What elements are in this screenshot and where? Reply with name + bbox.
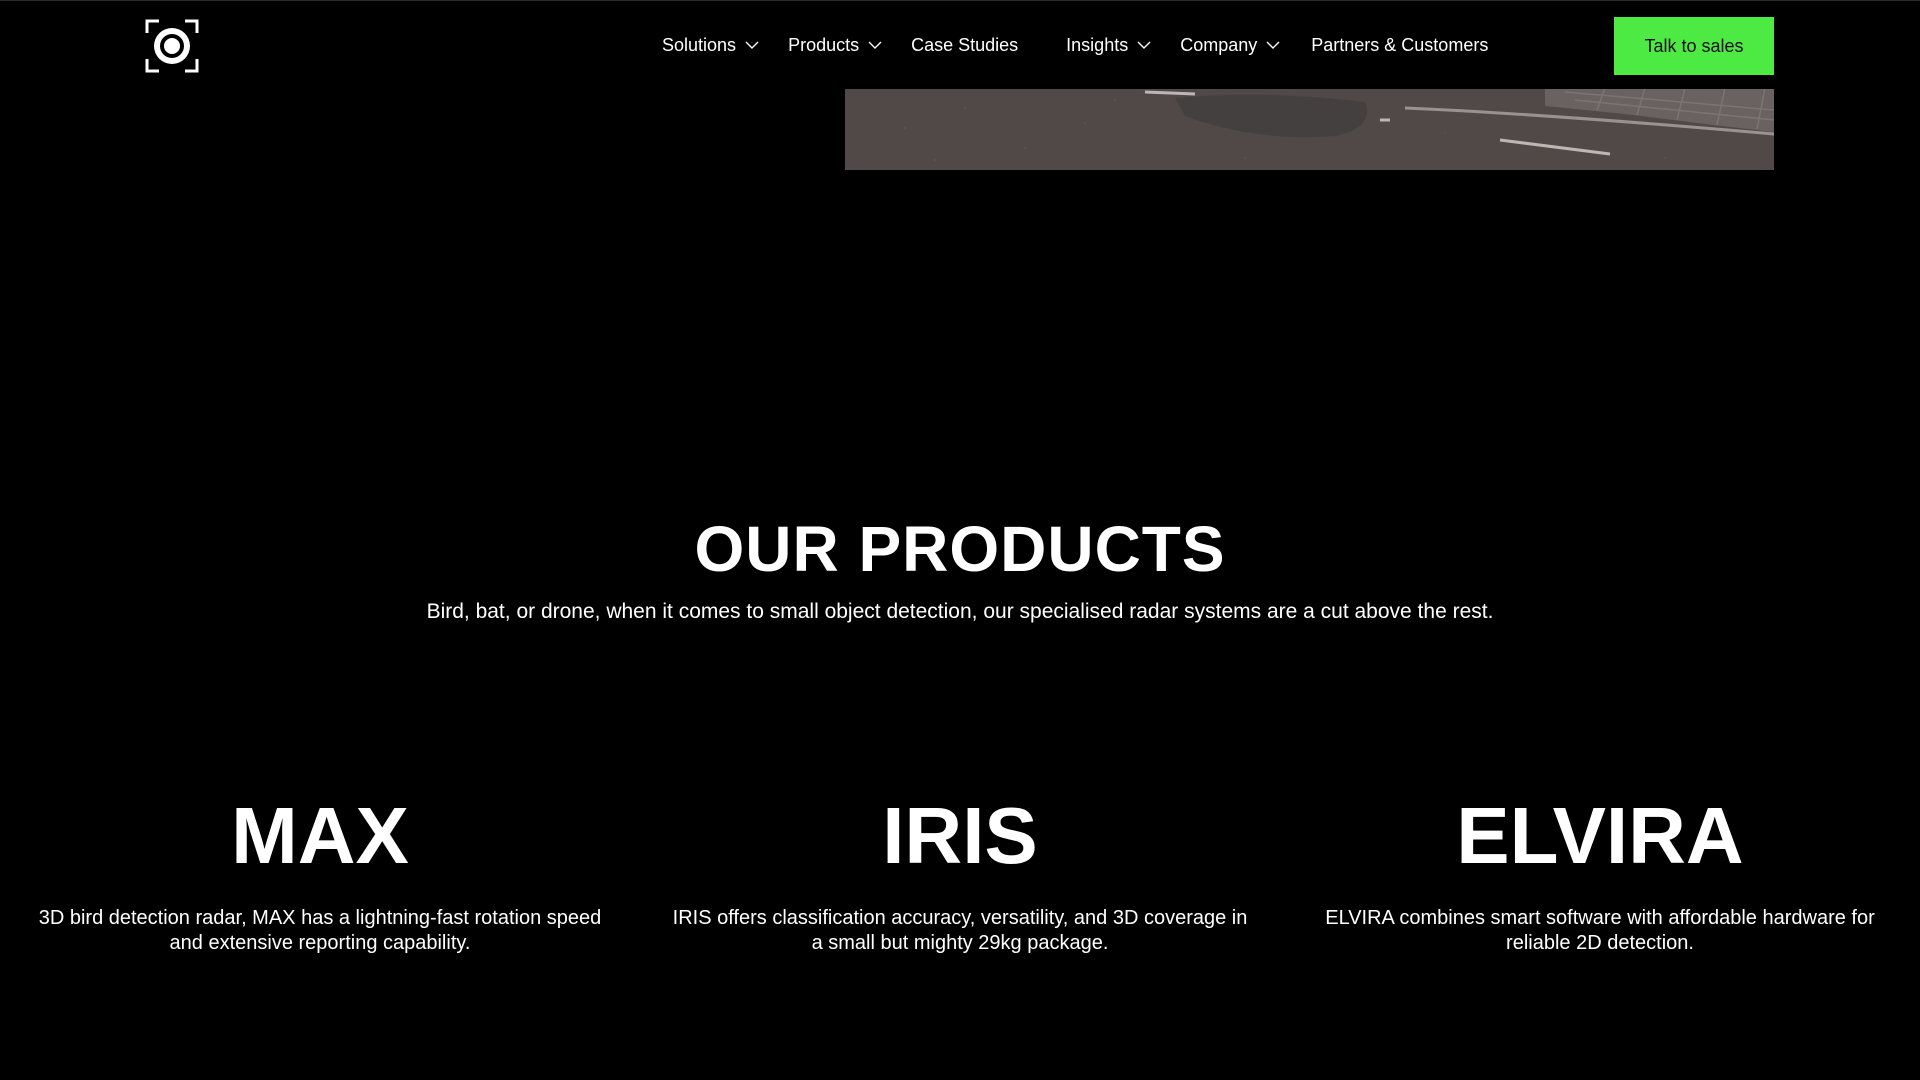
nav-case-studies-label: Case Studies [911, 34, 1019, 55]
product-name[interactable]: ELVIRA [1300, 796, 1900, 876]
page: Solutions Products Case Studies Insights… [0, 0, 1920, 1080]
chevron-down-icon [868, 41, 882, 49]
nav-insights[interactable]: Insights [1066, 35, 1152, 56]
nav-solutions-label: Solutions [662, 34, 737, 55]
chevron-down-icon [1137, 41, 1151, 49]
site-header: Solutions Products Case Studies Insights… [0, 0, 1920, 89]
main-nav: Solutions Products Case Studies Insights… [650, 1, 1488, 89]
nav-products[interactable]: Products [788, 35, 883, 56]
nav-partners-label: Partners & Customers [1311, 34, 1489, 55]
product-name[interactable]: IRIS [660, 796, 1260, 876]
nav-partners-customers[interactable]: Partners & Customers [1311, 35, 1488, 56]
section-title: OUR PRODUCTS [694, 513, 1226, 585]
nav-products-label: Products [788, 34, 860, 55]
nav-company[interactable]: Company [1180, 35, 1281, 56]
chevron-down-icon [745, 41, 759, 49]
talk-to-sales-button[interactable]: Talk to sales [1614, 17, 1774, 75]
product-description: ELVIRA combines smart software with affo… [1325, 907, 1875, 954]
nav-case-studies[interactable]: Case Studies [911, 35, 1018, 56]
product-card-iris[interactable]: IRIS IRIS offers classification accuracy… [660, 796, 1260, 956]
product-name[interactable]: MAX [20, 796, 620, 876]
section-subtitle: Bird, bat, or drone, when it comes to sm… [426, 600, 1494, 623]
hero-road-image [845, 88, 1774, 170]
product-description: 3D bird detection radar, MAX has a light… [38, 907, 602, 954]
nav-insights-label: Insights [1066, 34, 1129, 55]
chevron-down-icon [1266, 41, 1280, 49]
logo-camera-target-icon[interactable] [145, 19, 199, 73]
product-card-elvira[interactable]: ELVIRA ELVIRA combines smart software wi… [1300, 796, 1900, 956]
product-description: IRIS offers classification accuracy, ver… [672, 907, 1248, 954]
nav-company-label: Company [1180, 34, 1258, 55]
product-card-max[interactable]: MAX 3D bird detection radar, MAX has a l… [20, 796, 620, 956]
nav-solutions[interactable]: Solutions [662, 35, 760, 56]
